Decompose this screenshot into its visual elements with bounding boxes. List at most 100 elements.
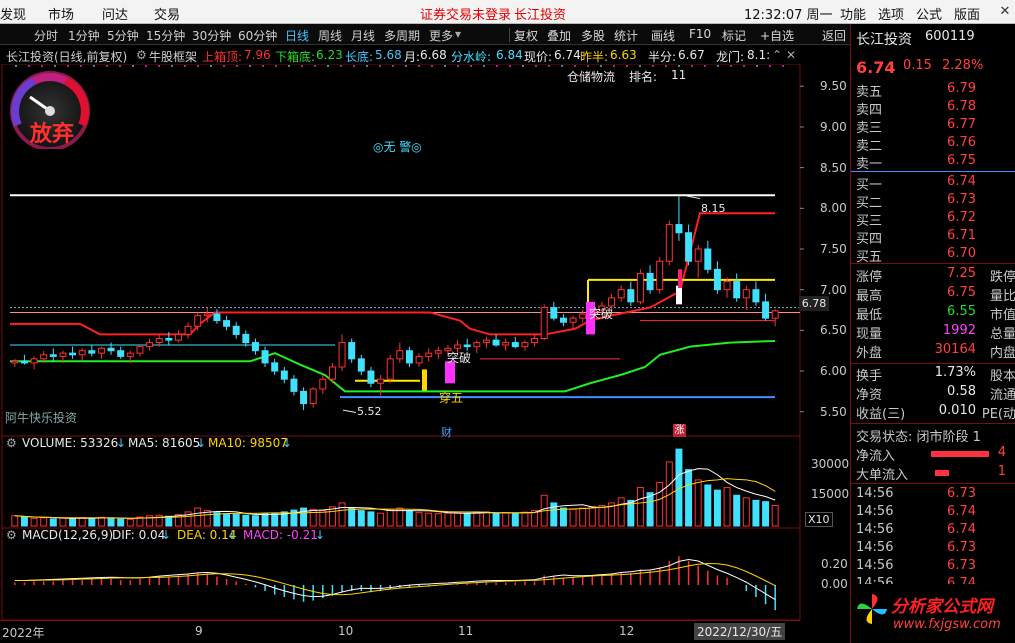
- settings-icon[interactable]: ⚙: [6, 436, 17, 450]
- volume-bar: [502, 512, 510, 527]
- stat-extra-label: 股本: [989, 369, 1015, 384]
- high-price-marker: 8.15: [701, 202, 726, 215]
- ask-row[interactable]: 卖二 6.76: [851, 135, 1015, 154]
- candle-body: [49, 354, 57, 357]
- period-tab-60min[interactable]: 60分钟: [238, 27, 277, 44]
- period-tab-multi[interactable]: 多周期: [384, 27, 420, 44]
- candle-body: [300, 390, 308, 405]
- volume-bar: [367, 511, 375, 527]
- stat-row: 外盘 30164 内盘: [851, 342, 1015, 361]
- volume-bar: [117, 518, 125, 527]
- top-dot-marker: [548, 65, 550, 67]
- stat-row: 最低 6.55 市值: [851, 304, 1015, 323]
- volume-bar: [386, 508, 394, 527]
- settings-icon[interactable]: ⚙: [136, 48, 147, 62]
- top-dot-marker: [652, 65, 654, 67]
- adjust-button[interactable]: 复权: [514, 27, 538, 44]
- stat-label: 最低: [856, 308, 883, 323]
- candle-body: [771, 310, 779, 319]
- multi-stock-button[interactable]: 多股: [581, 27, 605, 44]
- top-dot-marker: [691, 65, 693, 67]
- candle-body: [665, 224, 673, 262]
- chevron-up-icon[interactable]: ⌃: [772, 48, 782, 62]
- add-watchlist-button[interactable]: +自选: [760, 27, 794, 44]
- period-tab-monthly[interactable]: 月线: [351, 27, 375, 44]
- volume-bar: [338, 502, 346, 527]
- stat-value: 0.010: [938, 403, 976, 418]
- volume-bar: [454, 512, 462, 527]
- overlay-button[interactable]: 叠加: [547, 27, 571, 44]
- candle-body: [656, 260, 664, 291]
- menu-item-trade[interactable]: 交易: [154, 4, 180, 23]
- ask-row[interactable]: 卖五 6.79: [851, 81, 1015, 100]
- bid-row[interactable]: 买四 6.71: [851, 228, 1015, 247]
- bid-row[interactable]: 买二 6.73: [851, 192, 1015, 211]
- top-dot-marker: [223, 65, 225, 67]
- macd-axis-000: 0.00: [821, 577, 848, 591]
- candle-body: [762, 301, 770, 319]
- price-axis-tick: 8.00: [820, 201, 847, 216]
- chevron-down-icon[interactable]: ▾: [455, 27, 461, 41]
- top-dot-marker: [288, 65, 290, 67]
- indicator-name[interactable]: 牛股框架: [149, 48, 197, 65]
- section-divider: [851, 483, 1015, 484]
- wear5-signal: 穿五: [439, 391, 464, 405]
- candle-body: [685, 232, 693, 262]
- ask-row[interactable]: 卖四 6.78: [851, 99, 1015, 118]
- draw-line-button[interactable]: 画线: [651, 27, 675, 44]
- top-dot-marker: [158, 65, 160, 67]
- period-tab-15min[interactable]: 15分钟: [146, 27, 185, 44]
- login-notice[interactable]: 证券交易未登录: [420, 4, 511, 23]
- macd-header: ⚙ MACD(12,26,9) DIF: 0.04 ↓ DEA: 0.14 ↓ …: [0, 528, 800, 544]
- period-tab-weekly[interactable]: 周线: [318, 27, 342, 44]
- top-dot-marker: [743, 65, 745, 67]
- period-tab-30min[interactable]: 30分钟: [192, 27, 231, 44]
- close-indicator-icon[interactable]: ✕: [786, 48, 796, 62]
- settings-icon[interactable]: ⚙: [6, 528, 17, 542]
- stats-button[interactable]: 统计: [614, 27, 638, 44]
- ask-row[interactable]: 卖一 6.75: [851, 153, 1015, 172]
- stat-label: 收益(三): [856, 407, 906, 422]
- top-dot-marker: [249, 65, 251, 67]
- big-inflow-label: 大单流入: [856, 468, 909, 483]
- dragon-value: 8.1:: [747, 48, 771, 62]
- period-tab-daily[interactable]: 日线: [285, 27, 309, 44]
- period-tab-1min[interactable]: 1分钟: [68, 27, 100, 44]
- bid-row[interactable]: 买三 6.72: [851, 210, 1015, 229]
- mark-button[interactable]: 标记: [722, 27, 746, 44]
- site-logo: 分析家公式网 www.fxjgsw.com: [851, 584, 1015, 643]
- menu-item-function[interactable]: 功能: [840, 4, 866, 23]
- menu-item-layout[interactable]: 版面: [954, 4, 980, 23]
- top-dot-marker: [340, 65, 342, 67]
- ask-row[interactable]: 卖三 6.77: [851, 117, 1015, 136]
- candle-body: [492, 339, 500, 346]
- back-button[interactable]: 返回: [822, 27, 846, 44]
- menu-item-formula[interactable]: 公式: [916, 4, 942, 23]
- bid-price: 6.73: [947, 192, 976, 207]
- candle-body: [540, 307, 548, 339]
- top-dot-marker: [444, 65, 446, 67]
- period-tab-timeshare[interactable]: 分时: [34, 27, 58, 44]
- volume-bar: [511, 513, 519, 527]
- bid-row[interactable]: 买五 6.70: [851, 246, 1015, 265]
- price-axis-tick: 5.50: [820, 404, 847, 419]
- menu-item-options[interactable]: 选项: [878, 4, 904, 23]
- f10-button[interactable]: F10: [689, 27, 711, 41]
- volume-bar: [49, 518, 57, 527]
- candle-body: [155, 338, 163, 344]
- period-tab-more[interactable]: 更多: [429, 27, 453, 44]
- bid-row[interactable]: 买一 6.74: [851, 174, 1015, 193]
- menu-item-wenda[interactable]: 问达: [102, 4, 128, 23]
- volume-bar: [30, 517, 38, 527]
- candle-body: [425, 352, 433, 357]
- stat-value: 1992: [942, 323, 976, 338]
- macd-dif: DIF: 0.04: [112, 528, 166, 542]
- period-tab-5min[interactable]: 5分钟: [107, 27, 139, 44]
- macd-value: MACD: -0.21: [243, 528, 318, 542]
- candle-body: [723, 281, 731, 291]
- close-icon[interactable]: ✕: [996, 3, 1014, 21]
- menu-item-discover[interactable]: 发现: [0, 4, 26, 23]
- date-cursor-label: 2022/12/30/五: [694, 623, 786, 640]
- menu-item-market[interactable]: 市场: [48, 4, 74, 23]
- tick-time: 14:56: [856, 540, 894, 555]
